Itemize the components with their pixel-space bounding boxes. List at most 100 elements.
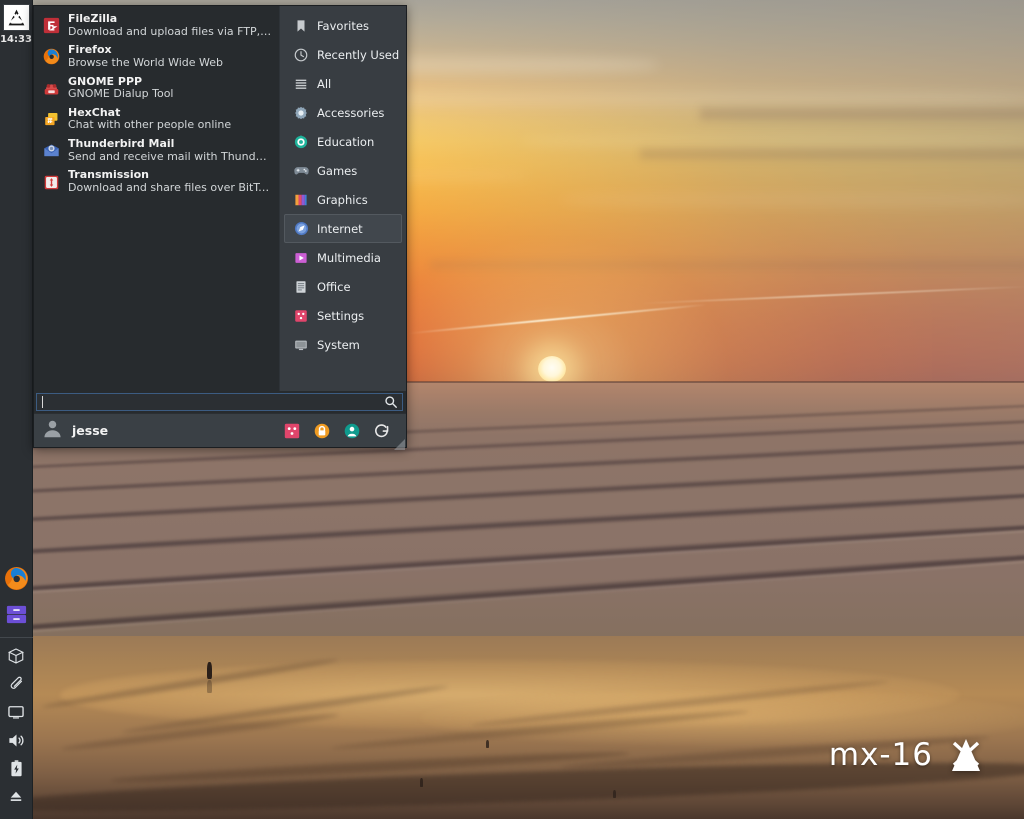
app-item-description: GNOME Dialup Tool [68,88,174,101]
bookmark-icon [293,18,309,34]
filezilla-icon [43,17,60,34]
category-list: Favorites Recently Used All Accessories [280,6,406,391]
category-item-label: Favorites [317,18,369,33]
category-item-education[interactable]: Education [284,127,402,156]
list-lines-icon [293,76,309,92]
category-item-label: Office [317,279,351,294]
category-item-label: All [317,76,332,91]
logout-arrow-icon[interactable] [373,422,390,439]
application-menu-body: FileZilla Download and upload files via … [34,6,406,391]
panel-clock: 14:33 [0,34,32,45]
category-item-label: Education [317,134,375,149]
user-avatar-icon [42,418,63,443]
mx-menu-icon[interactable] [2,4,30,31]
category-item-label: Multimedia [317,250,381,265]
play-icon [293,250,309,266]
category-item-favorites[interactable]: Favorites [284,11,402,40]
application-menu: FileZilla Download and upload files via … [33,5,407,450]
education-icon [293,134,309,150]
app-item-text: GNOME PPP GNOME Dialup Tool [68,74,174,101]
app-item-text: Firefox Browse the World Wide Web [68,44,223,69]
category-item-accessories[interactable]: Accessories [284,98,402,127]
category-item-system[interactable]: System [284,330,402,359]
app-item-description: Browse the World Wide Web [68,56,224,69]
text-caret [42,396,43,408]
category-item-label: Settings [317,308,365,323]
user-action-buttons [283,422,400,439]
app-item-thunderbird-mail[interactable]: Thunderbird Mail Send and receive mail w… [34,135,279,166]
app-item-firefox[interactable]: Firefox Browse the World Wide Web [34,41,279,72]
app-item-name: GNOME PPP [68,74,143,88]
transmission-icon [43,174,60,191]
wallpaper-bird [486,740,489,748]
app-item-text: FileZilla Download and upload files via … [68,12,273,38]
category-item-label: Graphics [317,192,368,207]
lock-icon[interactable] [313,422,330,439]
hexchat-icon [43,111,60,128]
category-item-label: Recently Used [317,47,400,62]
wallpaper-sun [538,356,566,382]
app-item-description: Download and upload files via FTP, FTPS … [68,25,273,38]
search-magnifier-icon[interactable] [384,395,398,409]
category-item-recently-used[interactable]: Recently Used [284,40,402,69]
category-item-graphics[interactable]: Graphics [284,185,402,214]
app-item-filezilla[interactable]: FileZilla Download and upload files via … [34,10,279,41]
graphics-icon [293,192,309,208]
app-item-description: Download and share files over BitTorrent [68,182,273,195]
category-item-multimedia[interactable]: Multimedia [284,243,402,272]
accessories-gear-icon [293,105,309,121]
app-item-description: Send and receive mail with Thunderbird [68,150,273,163]
category-item-label: System [317,337,360,352]
desktop-panel: 14:33 [0,0,33,819]
launcher-firefox[interactable] [3,565,29,591]
speaker-volume-icon[interactable] [5,729,27,751]
category-item-label: Internet [317,221,363,236]
wallpaper-person [207,662,212,679]
wallpaper-cloud-shadow [640,146,1024,162]
menu-resize-grip[interactable] [394,435,405,450]
wallpaper-bird [613,790,616,798]
app-item-name: FileZilla [68,12,118,25]
category-item-internet[interactable]: Internet [284,214,402,243]
package-box-icon[interactable] [5,645,27,667]
settings-square-icon[interactable] [283,422,300,439]
wallpaper-bird [420,778,423,787]
monitor-icon[interactable] [5,701,27,723]
firefox-icon [43,48,60,65]
menu-user-row: jesse [34,413,406,450]
app-item-gnome-ppp[interactable]: GNOME PPP GNOME Dialup Tool [34,73,279,104]
user-circle-icon[interactable] [343,422,360,439]
launcher-file-manager[interactable] [3,601,29,627]
gnome-ppp-icon [43,80,60,97]
app-item-transmission[interactable]: Transmission Download and share files ov… [34,166,279,197]
gamepad-icon [293,163,309,179]
search-input[interactable] [36,393,403,411]
category-item-label: Games [317,163,358,178]
wallpaper-cloud [560,190,1024,210]
wallpaper-cloud-shadow [430,258,1024,272]
user-name: jesse [72,423,109,438]
system-monitor-icon [293,337,309,353]
battery-icon[interactable] [5,757,27,779]
category-item-office[interactable]: Office [284,272,402,301]
wallpaper-person-reflection [207,680,212,693]
category-item-all[interactable]: All [284,69,402,98]
eject-icon[interactable] [5,785,27,807]
paperclip-icon[interactable] [5,673,27,695]
app-item-name: Transmission [68,168,150,182]
category-item-label: Accessories [317,105,385,120]
category-item-games[interactable]: Games [284,156,402,185]
app-item-text: Thunderbird Mail Send and receive mail w… [68,137,273,163]
app-item-text: Transmission Download and share files ov… [68,169,273,194]
settings-icon [293,308,309,324]
app-item-name: Thunderbird Mail [68,137,175,151]
compass-icon [293,221,309,237]
menu-search-row [34,391,406,413]
app-item-text: HexChat Chat with other people online [68,105,231,132]
app-item-name: Firefox [68,43,112,57]
application-list: FileZilla Download and upload files via … [34,6,280,391]
wallpaper-cloud-shadow [700,104,1024,124]
category-item-settings[interactable]: Settings [284,301,402,330]
app-item-hexchat[interactable]: HexChat Chat with other people online [34,104,279,135]
app-item-name: HexChat [68,105,121,119]
